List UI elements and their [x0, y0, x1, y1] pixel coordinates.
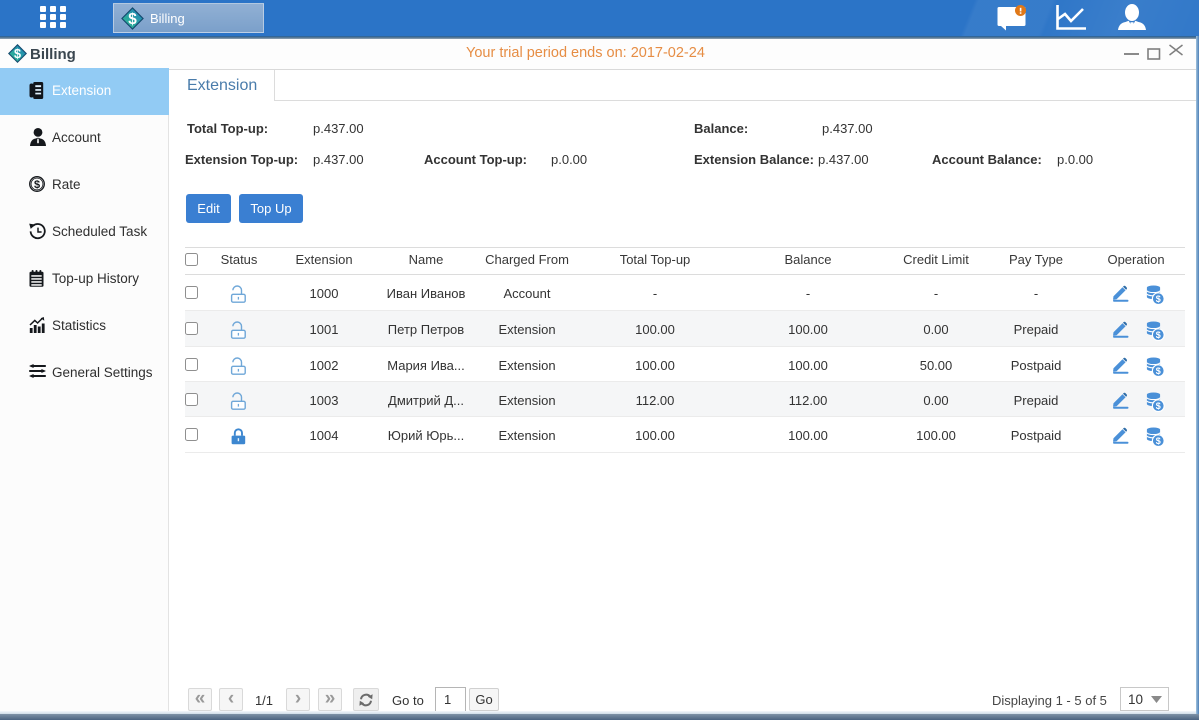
svg-text:$: $: [128, 10, 137, 27]
svg-text:$: $: [14, 47, 21, 61]
svg-text:$: $: [34, 179, 40, 191]
